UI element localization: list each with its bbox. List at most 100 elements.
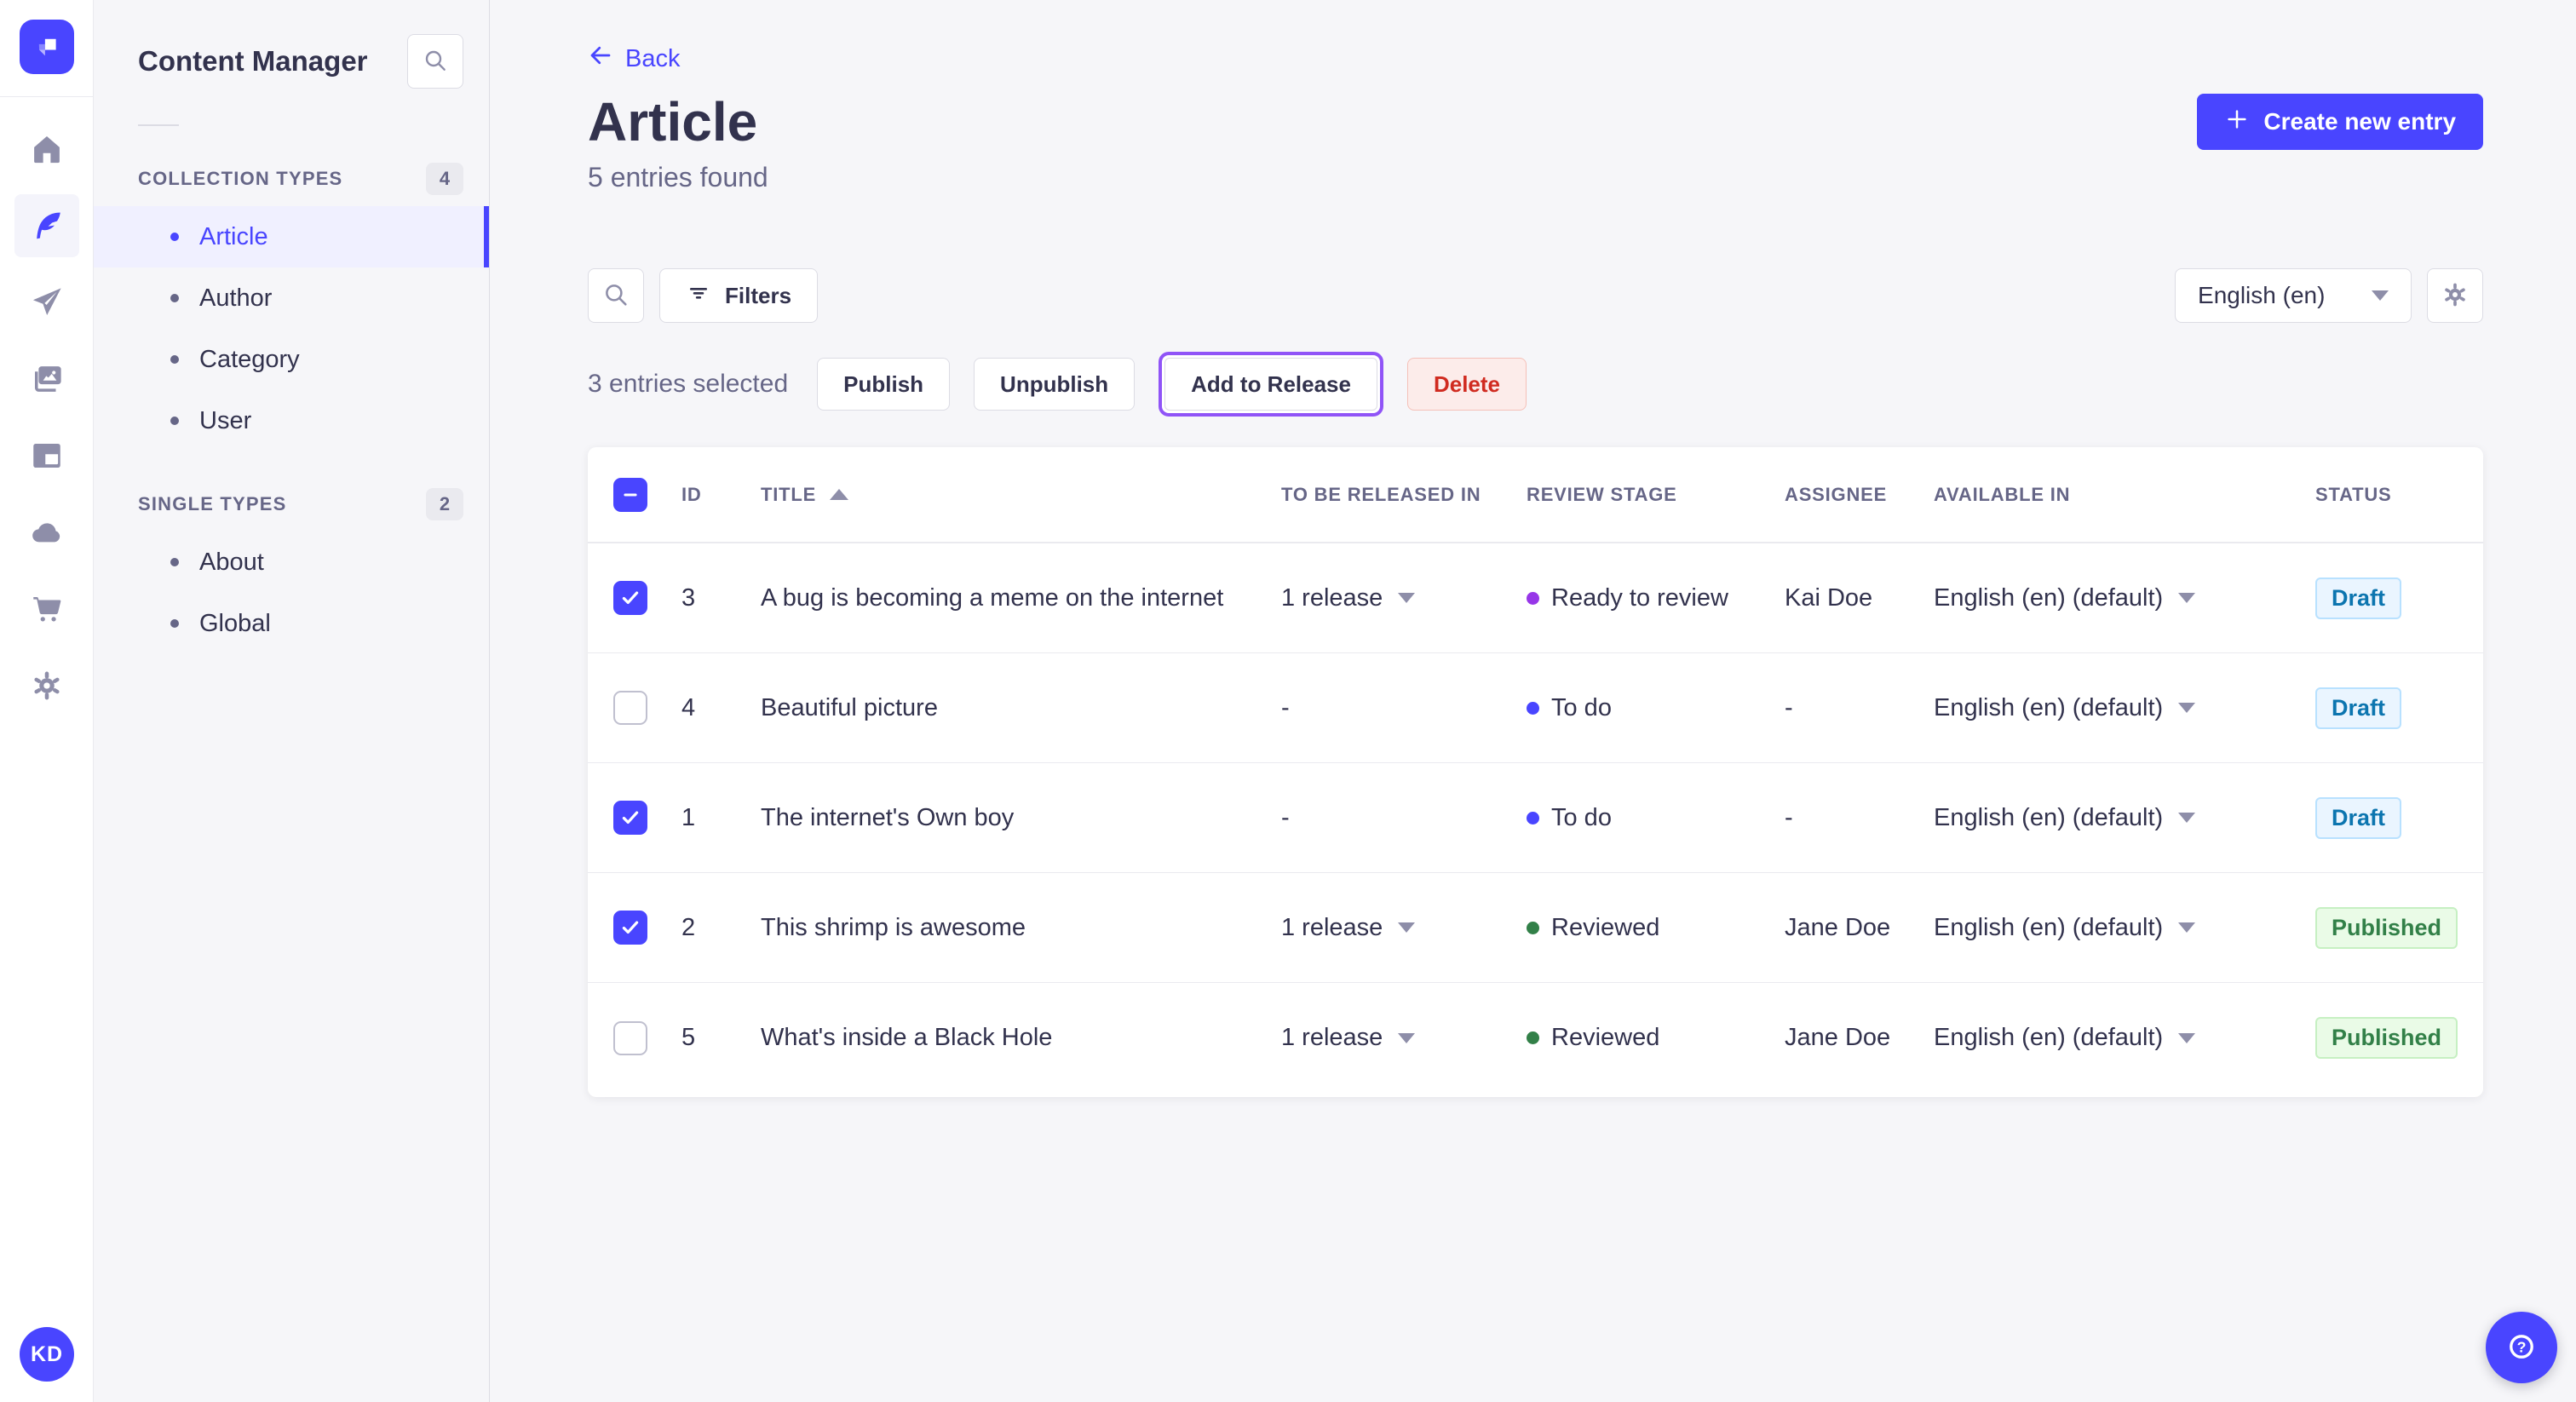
column-header-review-stage[interactable]: REVIEW STAGE <box>1527 484 1785 506</box>
chevron-down-icon[interactable] <box>1398 922 1416 933</box>
table-search-button[interactable] <box>588 268 644 323</box>
column-header-to-be-released-in[interactable]: TO BE RELEASED IN <box>1281 484 1527 506</box>
add-to-release-button[interactable]: Add to Release <box>1164 358 1377 411</box>
marketplace-cart-icon[interactable] <box>14 577 79 641</box>
table-row[interactable]: 4 Beautiful picture - To do - English (en) (d… <box>588 653 2484 763</box>
search-icon <box>422 47 449 77</box>
entry-id: 5 <box>681 1024 696 1051</box>
release-value: - <box>1281 693 1290 721</box>
sidebar-item-author[interactable]: Author <box>94 267 489 329</box>
sidebar-item-global[interactable]: Global <box>94 593 489 654</box>
sidebar-item-user[interactable]: User <box>94 390 489 451</box>
chevron-down-icon[interactable] <box>1398 593 1416 603</box>
column-header-assignee[interactable]: ASSIGNEE <box>1785 484 1934 506</box>
content-manager-icon[interactable] <box>14 194 79 257</box>
table-row[interactable]: 2 This shrimp is awesome 1 release Reviewed… <box>588 873 2484 983</box>
entry-title: What's inside a Black Hole <box>761 1024 1053 1051</box>
row-checkbox[interactable] <box>613 911 647 945</box>
table-body: 3 A bug is becoming a meme on the interne… <box>588 543 2484 1093</box>
create-new-entry-button[interactable]: Create new entry <box>2197 94 2484 150</box>
bullet-dot-icon <box>170 233 179 241</box>
back-link[interactable]: Back <box>588 43 680 75</box>
column-header-title[interactable]: TITLE <box>761 484 1281 506</box>
sidebar-item-article[interactable]: Article <box>94 206 489 267</box>
row-checkbox[interactable] <box>613 581 647 615</box>
delete-button[interactable]: Delete <box>1406 358 1527 411</box>
media-library-icon[interactable] <box>14 348 79 411</box>
settings-gear-icon[interactable] <box>14 654 79 717</box>
sidebar-item-label: Author <box>199 284 273 312</box>
review-stage-dot-icon <box>1527 921 1539 934</box>
strapi-logo-icon[interactable] <box>19 20 74 74</box>
select-all-checkbox[interactable] <box>613 477 647 512</box>
bullet-dot-icon <box>170 417 179 425</box>
review-stage-dot-icon <box>1527 591 1539 605</box>
deploy-cloud-icon[interactable] <box>14 501 79 564</box>
gear-icon <box>2441 280 2470 312</box>
sidebar-item-label: Global <box>199 609 271 637</box>
assignee-value: Kai Doe <box>1785 583 1873 612</box>
svg-text:?: ? <box>2517 1338 2527 1355</box>
entry-id: 3 <box>681 583 696 612</box>
section-count-badge: 2 <box>426 488 463 520</box>
column-header-available-in[interactable]: AVAILABLE IN <box>1934 484 2315 506</box>
review-stage-dot-icon <box>1527 1031 1539 1044</box>
entries-table: ID TITLE TO BE RELEASED IN REVIEW STAGE … <box>588 447 2484 1097</box>
chevron-down-icon[interactable] <box>2178 593 2196 603</box>
unpublish-button[interactable]: Unpublish <box>974 358 1136 411</box>
help-button[interactable]: ? <box>2486 1312 2557 1383</box>
content-manager-sidebar: Content Manager COLLECTION TYPES 4 Article… <box>94 0 490 1402</box>
chevron-down-icon[interactable] <box>2178 1032 2196 1043</box>
question-mark-icon: ? <box>2504 1330 2539 1366</box>
add-to-release-focus-ring: Add to Release <box>1159 352 1383 417</box>
locale-value: English (en) <box>2198 282 2326 308</box>
app-window: KD Content Manager COLLECTION TYPES 4 Arti… <box>0 0 2576 1402</box>
content-type-builder-icon[interactable] <box>14 424 79 487</box>
entries-count-text: 5 entries found <box>588 162 768 192</box>
release-value: 1 release <box>1281 583 1383 612</box>
filters-button[interactable]: Filters <box>659 268 819 323</box>
row-checkbox[interactable] <box>613 801 647 835</box>
table-row[interactable]: 1 The internet's Own boy - To do - English (e… <box>588 763 2484 873</box>
sidebar-item-label: About <box>199 548 264 576</box>
status-badge: Published <box>2315 1017 2458 1059</box>
view-settings-button[interactable] <box>2427 268 2484 323</box>
sidebar-item-category[interactable]: Category <box>94 329 489 390</box>
entry-title: The internet's Own boy <box>761 803 1015 831</box>
assignee-value: - <box>1785 803 1793 831</box>
locale-value: English (en) (default) <box>1934 693 2164 721</box>
review-stage-value: To do <box>1551 693 1612 721</box>
sidebar-item-about[interactable]: About <box>94 531 489 593</box>
review-stage-value: To do <box>1551 803 1612 831</box>
user-avatar[interactable]: KD <box>20 1327 74 1382</box>
selection-summary: 3 entries selected <box>588 370 789 398</box>
table-header-row: ID TITLE TO BE RELEASED IN REVIEW STAGE … <box>588 447 2484 543</box>
status-badge: Draft <box>2315 796 2402 839</box>
column-header-id[interactable]: ID <box>681 484 761 506</box>
locale-select[interactable]: English (en) <box>2175 268 2412 323</box>
transfer-icon[interactable] <box>14 271 79 334</box>
sidebar-title: Content Manager <box>138 45 368 77</box>
review-stage-value: Ready to review <box>1551 583 1728 612</box>
chevron-down-icon[interactable] <box>2178 813 2196 823</box>
column-header-status[interactable]: STATUS <box>2315 484 2458 506</box>
rail-divider <box>0 96 93 97</box>
chevron-down-icon[interactable] <box>1398 1032 1416 1043</box>
home-icon[interactable] <box>14 118 79 181</box>
sort-ascending-icon <box>830 489 849 500</box>
publish-button[interactable]: Publish <box>817 358 951 411</box>
row-checkbox[interactable] <box>613 1020 647 1055</box>
review-stage-value: Reviewed <box>1551 913 1660 941</box>
chevron-down-icon[interactable] <box>2178 703 2196 713</box>
chevron-down-icon[interactable] <box>2178 922 2196 933</box>
sidebar-search-button[interactable] <box>407 34 463 89</box>
release-value: 1 release <box>1281 913 1383 941</box>
table-row[interactable]: 3 A bug is becoming a meme on the interne… <box>588 543 2484 653</box>
row-checkbox[interactable] <box>613 691 647 725</box>
locale-value: English (en) (default) <box>1934 1024 2164 1051</box>
chevron-down-icon <box>2372 290 2389 301</box>
table-row[interactable]: 5 What's inside a Black Hole 1 release Revi… <box>588 983 2483 1093</box>
section-count-badge: 4 <box>426 163 463 195</box>
arrow-left-icon <box>588 43 613 75</box>
entry-id: 1 <box>681 803 696 831</box>
